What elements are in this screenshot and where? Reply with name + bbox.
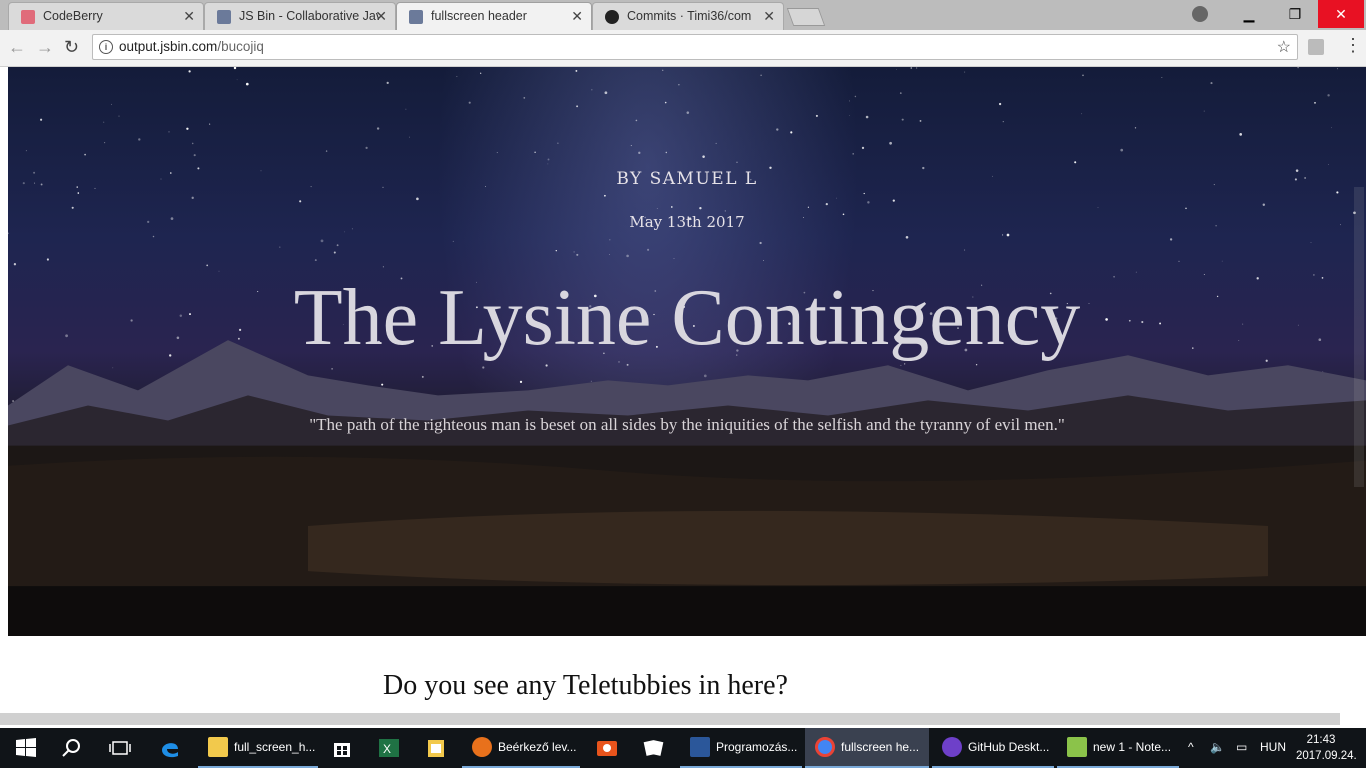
hero-quote: "The path of the righteous man is beset … — [309, 415, 1065, 434]
close-tab-icon[interactable]: ✕ — [375, 8, 387, 25]
profile-icon[interactable] — [1192, 6, 1208, 22]
extension-icon[interactable] — [1308, 39, 1324, 55]
taskbar-app-label: Beérkező lev... — [498, 740, 577, 754]
volume-icon[interactable]: 🔈 — [1210, 740, 1225, 754]
forward-arrow-icon[interactable]: → — [36, 37, 54, 58]
section-heading: Do you see any Teletubbies in here? — [383, 670, 788, 701]
taskbar-app-notepadpp[interactable]: new 1 - Note... — [1057, 728, 1179, 768]
tab-fullscreen-header[interactable]: fullscreen header ✕ — [396, 2, 592, 30]
file-cabinet-icon[interactable] — [424, 736, 448, 760]
browser-toolbar: ← → ↻ i output.jsbin.com/bucojiq ☆ ⋮ — [0, 30, 1366, 67]
page-title: The Lysine Contingency — [293, 274, 1081, 362]
tab-title: Commits · Timi36/comm — [627, 9, 752, 23]
url-text[interactable]: output.jsbin.com/bucojiq — [119, 39, 264, 54]
taskbar-app-label: Programozás... — [716, 740, 798, 754]
github-desktop-icon — [942, 737, 962, 757]
windows-taskbar: full_screen_h... X Beérkező lev... Progr… — [0, 728, 1366, 768]
url-host: output.jsbin.com — [119, 39, 218, 54]
search-icon[interactable] — [60, 736, 84, 760]
chrome-icon — [815, 737, 835, 757]
folder-icon — [208, 737, 228, 757]
post-date: May 13th 2017 — [629, 213, 745, 231]
screenshot-tool-icon[interactable] — [595, 736, 619, 760]
scrollbar[interactable] — [1354, 187, 1364, 487]
back-arrow-icon[interactable]: ← — [8, 37, 26, 58]
byline: BY SAMUEL L — [616, 169, 758, 189]
taskbar-app-word[interactable]: Programozás... — [680, 728, 802, 768]
taskbar-app-file-explorer[interactable]: full_screen_h... — [198, 728, 318, 768]
windows-start-icon[interactable] — [14, 736, 38, 760]
taskbar-app-label: fullscreen he... — [841, 740, 920, 754]
close-tab-icon[interactable]: ✕ — [571, 8, 583, 25]
excel-icon[interactable]: X — [377, 736, 401, 760]
close-window-button[interactable]: ✕ — [1318, 0, 1364, 28]
close-tab-icon[interactable]: ✕ — [763, 8, 775, 25]
task-view-icon[interactable] — [108, 736, 132, 760]
store-icon[interactable] — [330, 736, 354, 760]
edge-icon[interactable] — [158, 736, 182, 760]
tab-title: fullscreen header — [431, 9, 527, 23]
taskbar-app-label: GitHub Deskt... — [968, 740, 1050, 754]
svg-text:X: X — [383, 742, 391, 756]
notepadpp-icon — [1067, 737, 1087, 757]
minimize-button[interactable]: ▁ — [1226, 0, 1272, 28]
tab-github-commits[interactable]: Commits · Timi36/comm ✕ — [592, 2, 784, 30]
reload-icon[interactable]: ↻ — [64, 37, 79, 58]
jsbin-favicon-icon — [409, 10, 423, 24]
restore-button[interactable]: ❐ — [1272, 0, 1318, 28]
taskbar-app-label: full_screen_h... — [234, 740, 316, 754]
show-hidden-icons-chevron-icon[interactable]: ^ — [1188, 740, 1194, 754]
info-icon[interactable]: i — [99, 40, 113, 54]
taskbar-app-github-desktop[interactable]: GitHub Deskt... — [932, 728, 1054, 768]
clock-time: 21:43 — [1306, 734, 1336, 746]
horizontal-scrollbar[interactable] — [0, 713, 1340, 725]
hero-header: BY SAMUEL L May 13th 2017 The Lysine Con… — [8, 67, 1366, 636]
language-indicator[interactable]: HUN — [1260, 740, 1286, 754]
taskbar-app-firefox[interactable]: Beérkező lev... — [462, 728, 580, 768]
codeberry-favicon-icon — [21, 10, 35, 24]
tab-codeberry[interactable]: CodeBerry ✕ — [8, 2, 204, 30]
new-tab-button[interactable] — [786, 8, 826, 26]
address-bar[interactable]: i output.jsbin.com/bucojiq ☆ — [92, 34, 1298, 60]
tab-strip: CodeBerry ✕ JS Bin - Collaborative Jav ✕… — [0, 0, 1366, 30]
word-icon — [690, 737, 710, 757]
solitaire-icon[interactable] — [642, 736, 666, 760]
battery-icon[interactable]: ▭ — [1236, 740, 1247, 754]
github-favicon-icon — [605, 10, 619, 24]
taskbar-app-label: new 1 - Note... — [1093, 740, 1172, 754]
bookmark-star-icon[interactable]: ☆ — [1277, 37, 1291, 57]
clock-date: 2017.09.24. — [1296, 750, 1357, 762]
close-tab-icon[interactable]: ✕ — [183, 8, 195, 25]
tab-title: CodeBerry — [43, 9, 103, 23]
jsbin-favicon-icon — [217, 10, 231, 24]
menu-icon[interactable]: ⋮ — [1344, 35, 1362, 56]
firefox-icon — [472, 737, 492, 757]
url-path: /bucojiq — [217, 39, 264, 54]
system-clock[interactable]: 21:43 2017.09.24. — [1296, 732, 1357, 764]
taskbar-app-chrome[interactable]: fullscreen he... — [805, 728, 929, 768]
tab-jsbin[interactable]: JS Bin - Collaborative Jav ✕ — [204, 2, 396, 30]
tab-title: JS Bin - Collaborative Jav — [239, 9, 379, 23]
